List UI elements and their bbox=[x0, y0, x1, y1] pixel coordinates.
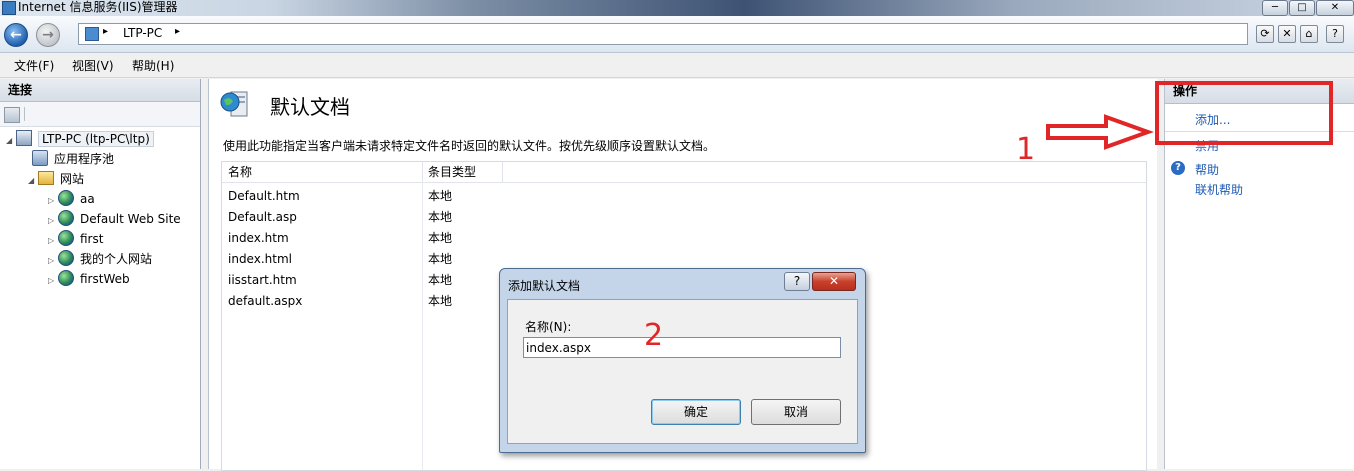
table-row[interactable]: Default.htm 本地 bbox=[222, 186, 1146, 207]
expand-icon[interactable]: ▷ bbox=[48, 271, 58, 291]
toolbar-divider bbox=[24, 107, 25, 121]
breadcrumb-ltp-pc[interactable]: LTP-PC bbox=[123, 26, 162, 40]
cell-type: 本地 bbox=[428, 231, 453, 245]
globe-icon bbox=[58, 270, 74, 286]
cell-name: default.aspx bbox=[228, 294, 303, 308]
table-row[interactable]: Default.asp 本地 bbox=[222, 207, 1146, 228]
back-arrow-icon: ← bbox=[10, 27, 22, 43]
server-icon bbox=[16, 130, 32, 146]
cell-type: 本地 bbox=[428, 210, 453, 224]
connections-pane: 连接 ◢ LTP-PC (ltp-PC\ltp) 应用程序池 ◢ 网站 ▷ aa ▷ D… bbox=[0, 79, 201, 469]
tree-item-site-default-web-site[interactable]: ▷ Default Web Site bbox=[6, 209, 200, 229]
table-row[interactable]: index.htm 本地 bbox=[222, 228, 1146, 249]
breadcrumb-separator: ▸ bbox=[175, 26, 181, 37]
menu-file[interactable]: 文件(F) bbox=[14, 57, 54, 74]
tree-item-app-pools[interactable]: 应用程序池 bbox=[6, 149, 200, 169]
annotation-highlight-box bbox=[1155, 81, 1333, 145]
expand-icon[interactable]: ▷ bbox=[48, 231, 58, 251]
close-window-button[interactable]: ✕ bbox=[1316, 0, 1354, 16]
expand-icon[interactable]: ◢ bbox=[6, 131, 16, 151]
cell-type: 本地 bbox=[428, 273, 453, 287]
page-description: 使用此功能指定当客户端未请求特定文件名时返回的默认文件。按优先级顺序设置默认文档… bbox=[223, 139, 716, 153]
minimize-button[interactable]: ─ bbox=[1262, 0, 1288, 16]
sites-folder-icon bbox=[38, 171, 54, 185]
table-row[interactable]: index.html 本地 bbox=[222, 249, 1146, 270]
menu-view[interactable]: 视图(V) bbox=[72, 57, 114, 74]
tree-item-site-personal[interactable]: ▷ 我的个人网站 bbox=[6, 249, 200, 269]
cell-name: index.htm bbox=[228, 231, 289, 245]
column-header-type[interactable]: 条目类型 bbox=[422, 162, 503, 182]
forward-arrow-icon: → bbox=[42, 27, 54, 43]
cell-name: index.html bbox=[228, 252, 292, 266]
action-help-link[interactable]: 帮助 bbox=[1195, 161, 1219, 178]
tree-item-label: Default Web Site bbox=[80, 212, 181, 226]
home-icon[interactable]: ⌂ bbox=[1300, 25, 1318, 43]
server-icon bbox=[85, 27, 99, 41]
column-header-name[interactable]: 名称 bbox=[222, 162, 423, 182]
tree-item-label: LTP-PC (ltp-PC\ltp) bbox=[38, 131, 154, 147]
page-title: 默认文档 bbox=[270, 95, 350, 119]
refresh-icon[interactable]: ⟳ bbox=[1256, 25, 1274, 43]
ok-button[interactable]: 确定 bbox=[651, 399, 741, 425]
table-header: 名称 条目类型 bbox=[222, 162, 1146, 183]
cell-type: 本地 bbox=[428, 252, 453, 266]
maximize-button[interactable]: □ bbox=[1289, 0, 1315, 16]
tree-item-sites[interactable]: ◢ 网站 bbox=[6, 169, 200, 189]
connections-header: 连接 bbox=[0, 79, 200, 102]
iis-app-icon bbox=[2, 1, 16, 15]
tree-item-label: first bbox=[80, 232, 104, 246]
cell-name: Default.asp bbox=[228, 210, 297, 224]
expand-icon[interactable]: ◢ bbox=[28, 171, 38, 191]
title-bar: Internet 信息服务(IIS)管理器 ─ □ ✕ bbox=[0, 0, 1354, 16]
default-document-icon bbox=[219, 88, 251, 120]
tree-item-server[interactable]: ◢ LTP-PC (ltp-PC\ltp) bbox=[6, 129, 200, 149]
help-dropdown-icon[interactable]: ? bbox=[1326, 25, 1344, 43]
name-input[interactable]: index.aspx bbox=[523, 337, 841, 358]
connect-icon[interactable] bbox=[4, 107, 20, 123]
cell-name: Default.htm bbox=[228, 189, 300, 203]
globe-icon bbox=[58, 210, 74, 226]
menu-help[interactable]: 帮助(H) bbox=[132, 57, 174, 74]
tree-item-site-first[interactable]: ▷ first bbox=[6, 229, 200, 249]
tree-item-label: aa bbox=[80, 192, 95, 206]
app-pool-icon bbox=[32, 150, 48, 166]
address-bar[interactable]: ▸ LTP-PC ▸ bbox=[78, 23, 1248, 45]
globe-icon bbox=[58, 190, 74, 206]
dialog-title: 添加默认文档 bbox=[508, 279, 581, 293]
cell-name: iisstart.htm bbox=[228, 273, 297, 287]
menu-bar: 文件(F) 视图(V) 帮助(H) bbox=[0, 53, 1354, 78]
tree-item-label: 网站 bbox=[60, 172, 85, 186]
tree-item-label: 应用程序池 bbox=[54, 152, 115, 166]
annotation-arrow-icon bbox=[1046, 114, 1154, 150]
tree-item-label: firstWeb bbox=[80, 272, 130, 286]
name-field-label: 名称(N): bbox=[525, 320, 572, 334]
dialog-close-button[interactable]: ✕ bbox=[812, 272, 856, 291]
tree-item-site-firstweb[interactable]: ▷ firstWeb bbox=[6, 269, 200, 289]
action-online-help-link[interactable]: 联机帮助 bbox=[1195, 181, 1243, 198]
tree-item-site-aa[interactable]: ▷ aa bbox=[6, 189, 200, 209]
expand-icon[interactable]: ▷ bbox=[48, 191, 58, 211]
cell-type: 本地 bbox=[428, 294, 453, 308]
forward-button[interactable]: → bbox=[36, 23, 60, 47]
dialog-body: 名称(N): index.aspx 2 确定 取消 bbox=[507, 299, 858, 444]
annotation-number-1: 1 bbox=[1016, 132, 1036, 167]
cell-type: 本地 bbox=[428, 189, 453, 203]
annotation-number-2: 2 bbox=[644, 318, 664, 353]
breadcrumb-separator: ▸ bbox=[103, 26, 109, 37]
help-icon: ? bbox=[1171, 161, 1185, 175]
globe-icon bbox=[58, 230, 74, 246]
window-title: Internet 信息服务(IIS)管理器 bbox=[18, 0, 178, 14]
stop-icon[interactable]: ✕ bbox=[1278, 25, 1296, 43]
connections-toolbar bbox=[0, 102, 200, 127]
back-button[interactable]: ← bbox=[4, 23, 28, 47]
expand-icon[interactable]: ▷ bbox=[48, 251, 58, 271]
cancel-button[interactable]: 取消 bbox=[751, 399, 841, 425]
expand-icon[interactable]: ▷ bbox=[48, 211, 58, 231]
globe-icon bbox=[58, 250, 74, 266]
tree-item-label: 我的个人网站 bbox=[80, 252, 153, 266]
add-default-document-dialog: 添加默认文档 ? ✕ 名称(N): index.aspx 2 确定 取消 bbox=[499, 268, 866, 453]
dialog-help-button[interactable]: ? bbox=[784, 272, 810, 291]
